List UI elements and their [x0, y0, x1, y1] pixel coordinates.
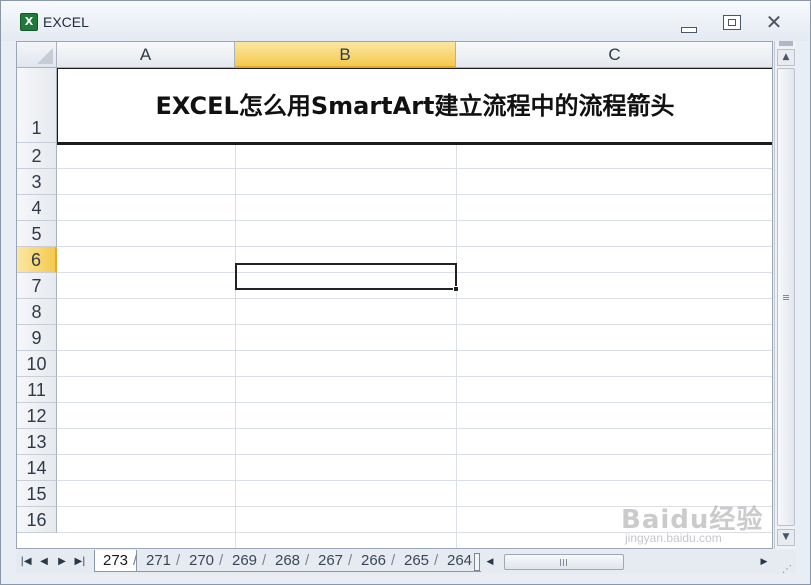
row-header-5[interactable]: 5 [17, 221, 57, 247]
tab-split-handle[interactable] [474, 553, 480, 571]
row-gridline [57, 168, 772, 169]
row-header-6[interactable]: 6 [17, 247, 57, 273]
vertical-scrollbar[interactable]: ▲ ▼ [774, 41, 796, 549]
row-header-14[interactable]: 14 [17, 455, 57, 481]
column-gridline [456, 143, 457, 548]
minimize-button[interactable] [677, 13, 699, 33]
title-cell[interactable]: EXCEL怎么用SmartArt建立流程中的流程箭头 [57, 68, 772, 143]
first-icon: |◀ [20, 556, 32, 567]
title-bar: X EXCEL ✕ [1, 1, 810, 41]
column-header-c[interactable]: C [456, 42, 772, 68]
row-gridline [57, 480, 772, 481]
sheet-tab-265[interactable]: 265 [391, 550, 438, 572]
row-gridline [57, 376, 772, 377]
active-cell-b6[interactable] [235, 263, 457, 290]
row-gridline [57, 350, 772, 351]
maximize-button[interactable] [720, 13, 742, 31]
horizontal-scroll-thumb[interactable] [504, 554, 624, 570]
vertical-scroll-thumb[interactable] [777, 68, 795, 526]
prev-icon: ◀ [40, 556, 48, 567]
resize-grip-icon[interactable]: ⋰ [782, 564, 794, 576]
row-header-1[interactable]: 1 [17, 68, 57, 143]
row-gridline [57, 246, 772, 247]
prev-sheet-button[interactable]: ◀ [36, 554, 52, 570]
select-all-corner[interactable] [17, 42, 57, 68]
row-header-8[interactable]: 8 [17, 299, 57, 325]
sheet-tab-269[interactable]: 269 [219, 550, 266, 572]
split-handle-vertical[interactable] [779, 41, 793, 46]
excel-app-icon: X [20, 13, 38, 31]
last-icon: ▶| [74, 556, 86, 567]
arrow-down-icon: ▼ [782, 532, 790, 542]
scroll-right-button[interactable]: ▶ [756, 553, 772, 571]
close-icon: ✕ [765, 10, 783, 34]
row-gridline [57, 324, 772, 325]
arrow-left-icon: ◀ [486, 557, 494, 567]
last-sheet-button[interactable]: ▶| [72, 554, 88, 570]
row-header-12[interactable]: 12 [17, 403, 57, 429]
sheet-tab-268[interactable]: 268 [262, 550, 309, 572]
title-cell-bottom-border [57, 143, 772, 145]
sheet-tab-271[interactable]: 271 [133, 550, 180, 572]
grip-icon [783, 295, 789, 300]
row-gridline [57, 454, 772, 455]
row-header-7[interactable]: 7 [17, 273, 57, 299]
grip-icon [560, 559, 567, 566]
row-header-16[interactable]: 16 [17, 507, 57, 533]
row-header-15[interactable]: 15 [17, 481, 57, 507]
horizontal-scrollbar[interactable]: ◀ ▶ [482, 553, 774, 571]
next-sheet-button[interactable]: ▶ [54, 554, 70, 570]
row-gridline [57, 298, 772, 299]
row-header-3[interactable]: 3 [17, 169, 57, 195]
row-gridline [57, 194, 772, 195]
column-header-a[interactable]: A [57, 42, 235, 68]
watermark-url: jingyan.baidu.com [625, 531, 722, 545]
close-button[interactable]: ✕ [763, 10, 785, 34]
first-sheet-button[interactable]: |◀ [18, 554, 34, 570]
scroll-left-button[interactable]: ◀ [482, 553, 498, 571]
next-icon: ▶ [58, 556, 66, 567]
row-header-9[interactable]: 9 [17, 325, 57, 351]
row-header-2[interactable]: 2 [17, 143, 57, 169]
column-header-b[interactable]: B [235, 42, 456, 68]
column-gridline [235, 143, 236, 548]
sheet-tab-273[interactable]: 273 [94, 550, 137, 572]
scroll-down-button[interactable]: ▼ [777, 529, 795, 546]
sheet-tab-267[interactable]: 267 [305, 550, 352, 572]
arrow-right-icon: ▶ [760, 557, 768, 567]
row-header-13[interactable]: 13 [17, 429, 57, 455]
row-header-10[interactable]: 10 [17, 351, 57, 377]
fill-handle[interactable] [453, 286, 459, 292]
sheet-tab-bar: |◀ ◀ ▶ ▶| 273271270269268267266265264 ◀ … [16, 550, 796, 574]
row-gridline [57, 402, 772, 403]
arrow-up-icon: ▲ [782, 52, 790, 62]
row-header-11[interactable]: 11 [17, 377, 57, 403]
row-header-4[interactable]: 4 [17, 195, 57, 221]
worksheet-grid[interactable]: A B C 1 2 3 4 5 6 7 8 9 10 11 12 13 14 15 16 EXCEL怎么用Sm… [16, 41, 773, 549]
row-gridline [57, 220, 772, 221]
sheet-tab-266[interactable]: 266 [348, 550, 395, 572]
sheet-tab-270[interactable]: 270 [176, 550, 223, 572]
excel-window: X EXCEL ✕ A B C 1 2 3 4 5 6 7 8 9 10 11 12 13 14 15 16 … [0, 0, 811, 585]
scroll-up-button[interactable]: ▲ [777, 49, 795, 66]
row-gridline [57, 428, 772, 429]
window-title: EXCEL [43, 14, 89, 30]
